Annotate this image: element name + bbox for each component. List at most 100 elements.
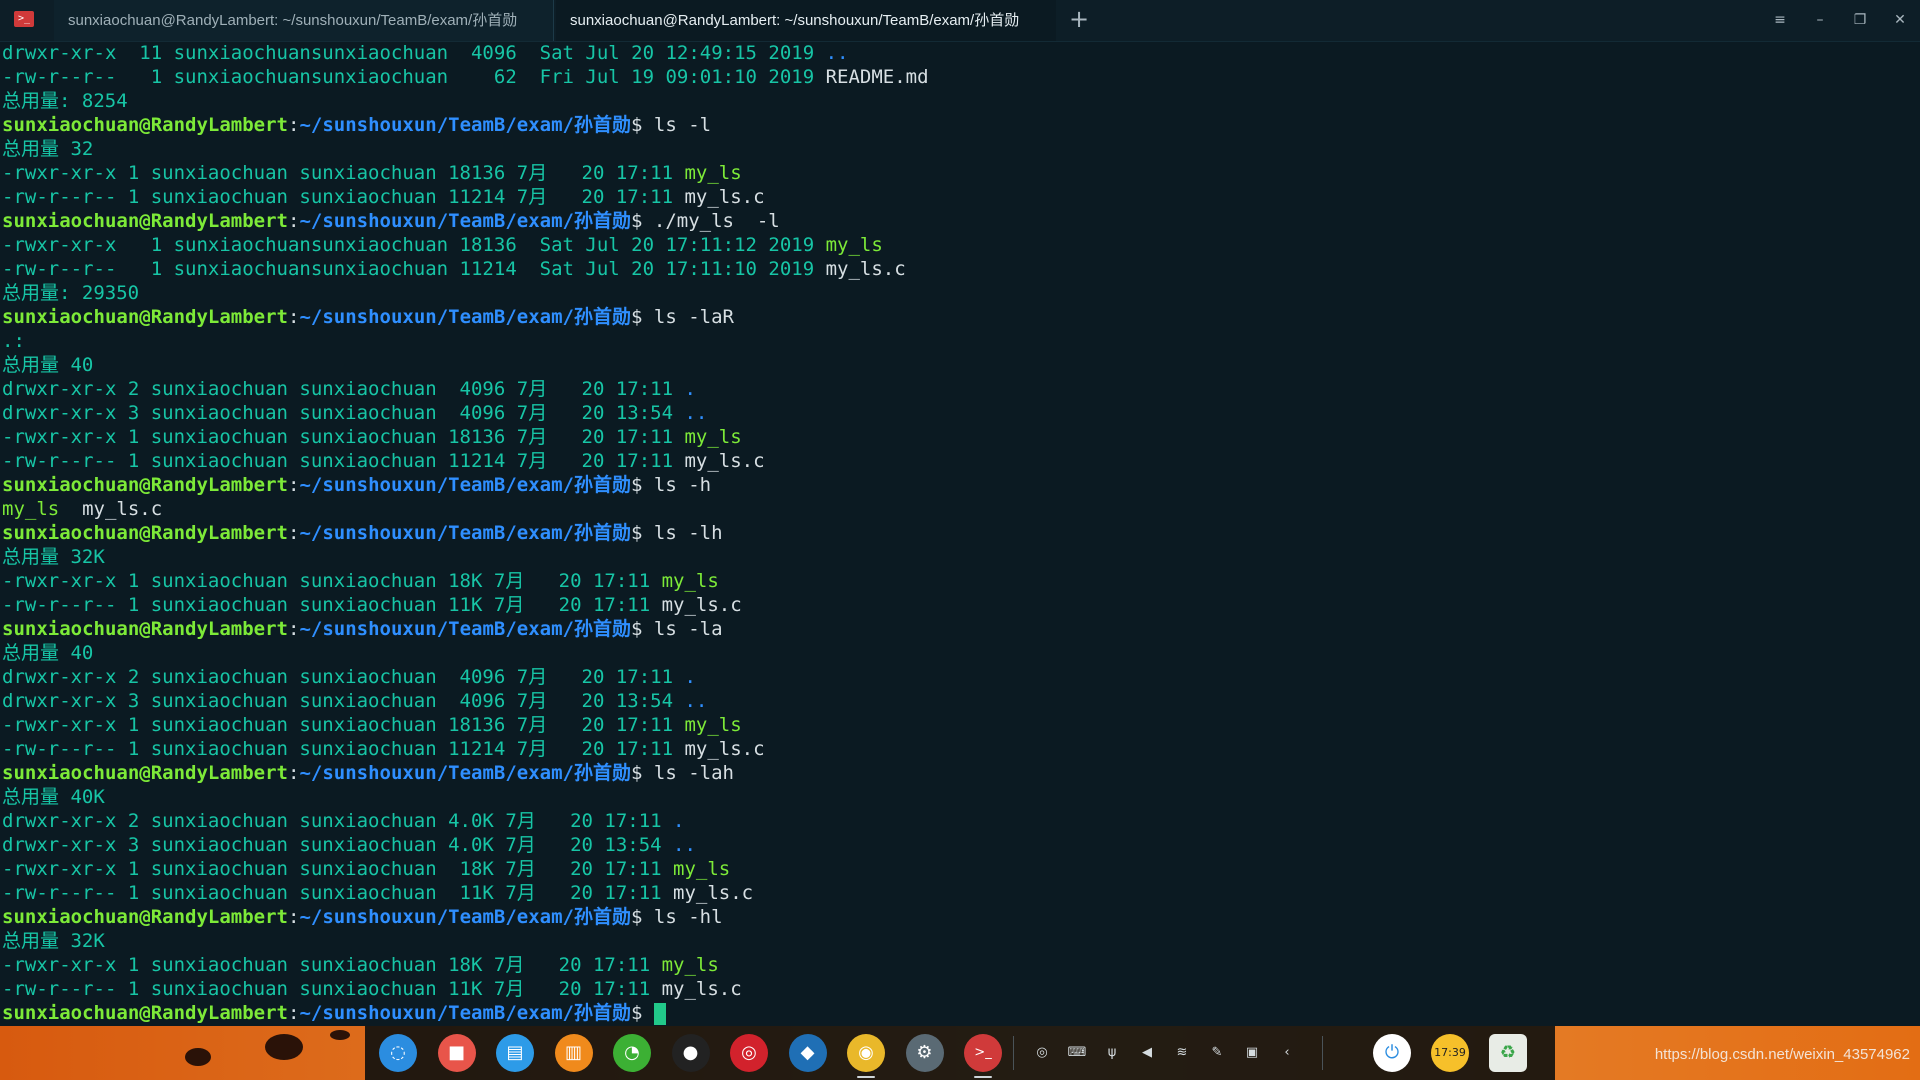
prompt-path: ~/sunshouxun/TeamB/exam/孙首勋: [299, 114, 631, 136]
terminal-icon[interactable]: >_: [964, 1034, 1002, 1072]
listing-filename: my_ls: [825, 234, 883, 256]
listing-row: -rwxr-xr-x 1 sunxiaochuan sunxiaochuan 1…: [0, 569, 1920, 593]
tray-expand-icon[interactable]: ‹: [1277, 1043, 1297, 1063]
netease-tray-icon[interactable]: ◎: [1032, 1043, 1052, 1063]
restore-button[interactable]: ❐: [1840, 0, 1880, 41]
command-text: ls -h: [653, 474, 712, 496]
prompt-colon: :: [287, 1002, 300, 1024]
trash-icon[interactable]: ♻: [1489, 1034, 1527, 1072]
launcher-icon[interactable]: ◌: [379, 1034, 417, 1072]
prompt-line: sunxiaochuan@RandyLambert:~/sunshouxun/T…: [0, 521, 1920, 545]
listing-meta: drwxr-xr-x 2 sunxiaochuan sunxiaochuan 4…: [2, 810, 674, 832]
power-icon[interactable]: ⏻: [1373, 1034, 1411, 1072]
listing-row: -rw-r--r-- 1 sunxiaochuan sunxiaochuan 1…: [0, 449, 1920, 473]
prompt-colon: :: [287, 306, 300, 328]
listing-row: drwxr-xr-x 2 sunxiaochuan sunxiaochuan 4…: [0, 377, 1920, 401]
battery-icon[interactable]: ▣: [1242, 1043, 1262, 1063]
output-text: 总用量 40: [2, 642, 94, 664]
file-manager-icon[interactable]: ▤: [496, 1034, 534, 1072]
taskbar: ⏻ 17:39 ♻ ◌ ■ ▤ ▥ ◔ ● ◎ ◆ ◉ ⚙ >_ ◎ ⌨ ψ ◀ ≋ ✎ ▣ ‹ https://b…: [0, 1026, 1920, 1080]
clock-icon[interactable]: 17:39: [1431, 1034, 1469, 1072]
prompt-path: ~/sunshouxun/TeamB/exam/孙首勋: [299, 210, 631, 232]
vscode-icon[interactable]: ◆: [788, 1034, 827, 1072]
screen-recorder-icon[interactable]: ■: [437, 1034, 476, 1072]
listing-row: drwxr-xr-x 3 sunxiaochuan sunxiaochuan 4…: [0, 401, 1920, 425]
listing-row: drwxr-xr-x 11 sunxiaochuansunxiaochuan 4…: [0, 41, 1920, 65]
listing-row: -rwxr-xr-x 1 sunxiaochuan sunxiaochuan 1…: [0, 713, 1920, 737]
listing-meta: -rwxr-xr-x 1 sunxiaochuan sunxiaochuan 1…: [2, 858, 674, 880]
prompt-user-host: sunxiaochuan@RandyLambert: [2, 114, 288, 136]
listing-filename: my_ls.c: [825, 258, 906, 280]
listing-row: -rw-r--r-- 1 sunxiaochuan sunxiaochuan 1…: [0, 185, 1920, 209]
listing-filename: my_ls: [684, 714, 742, 736]
chrome-icon[interactable]: ◉: [847, 1034, 885, 1072]
prompt-line: sunxiaochuan@RandyLambert:~/sunshouxun/T…: [0, 1001, 1920, 1025]
close-button[interactable]: ✕: [1880, 0, 1920, 41]
listing-filename: my_ls.c: [684, 738, 765, 760]
listing-meta: drwxr-xr-x 2 sunxiaochuan sunxiaochuan 4…: [2, 378, 685, 400]
new-tab-button[interactable]: +: [1066, 0, 1092, 41]
netease-music-icon[interactable]: ◎: [730, 1034, 768, 1072]
listing-filename: my_ls: [661, 570, 719, 592]
wallpaper-rock: [265, 1034, 303, 1060]
prompt-path: ~/sunshouxun/TeamB/exam/孙首勋: [299, 474, 631, 496]
wallpaper-rock: [330, 1030, 350, 1040]
listing-row: -rwxr-xr-x 1 sunxiaochuansunxiaochuan 18…: [0, 233, 1920, 257]
wechat-icon[interactable]: ◔: [613, 1034, 651, 1072]
listing-row: -rwxr-xr-x 1 sunxiaochuan sunxiaochuan 1…: [0, 953, 1920, 977]
volume-icon[interactable]: ◀: [1137, 1043, 1157, 1063]
minimize-button[interactable]: –: [1800, 0, 1840, 41]
listing-meta: drwxr-xr-x 3 sunxiaochuan sunxiaochuan 4…: [2, 834, 674, 856]
prompt-colon: :: [287, 522, 300, 544]
listing-filename: .: [684, 666, 696, 688]
qq-icon[interactable]: ●: [671, 1034, 710, 1072]
prompt-path: ~/sunshouxun/TeamB/exam/孙首勋: [299, 306, 631, 328]
prompt-symbol: $: [630, 762, 654, 784]
pen-icon[interactable]: ✎: [1207, 1043, 1227, 1063]
listing-meta: drwxr-xr-x 3 sunxiaochuan sunxiaochuan 4…: [2, 690, 685, 712]
listing-meta: -rw-r--r-- 1 sunxiaochuan sunxiaochuan 1…: [2, 882, 674, 904]
keyboard-icon[interactable]: ⌨: [1067, 1043, 1087, 1063]
dock-separator: [1322, 1036, 1323, 1070]
prompt-user-host: sunxiaochuan@RandyLambert: [2, 906, 288, 928]
listing-meta: -rwxr-xr-x 1 sunxiaochuan sunxiaochuan 1…: [2, 162, 685, 184]
listing-row: -rw-r--r-- 1 sunxiaochuan sunxiaochuan 1…: [0, 977, 1920, 1001]
usb-icon[interactable]: ψ: [1102, 1043, 1122, 1063]
listing-meta: drwxr-xr-x 2 sunxiaochuan sunxiaochuan 4…: [2, 666, 685, 688]
listing-filename: my_ls.c: [661, 594, 742, 616]
terminal-output[interactable]: drwxr-xr-x 11 sunxiaochuansunxiaochuan 4…: [0, 41, 1920, 1026]
tab-2-active[interactable]: sunxiaochuan@RandyLambert: ~/sunshouxun/…: [556, 0, 1056, 41]
listing-filename: my_ls: [661, 954, 719, 976]
prompt-user-host: sunxiaochuan@RandyLambert: [2, 522, 288, 544]
listing-row: -rwxr-xr-x 1 sunxiaochuan sunxiaochuan 1…: [0, 161, 1920, 185]
wifi-icon[interactable]: ≋: [1172, 1043, 1192, 1063]
output-text: 总用量 32K: [2, 930, 105, 952]
prompt-symbol: $: [630, 474, 654, 496]
listing-meta: -rw-r--r-- 1 sunxiaochuan sunxiaochuan 1…: [2, 450, 685, 472]
listing-row: drwxr-xr-x 3 sunxiaochuan sunxiaochuan 4…: [0, 833, 1920, 857]
prompt-line: sunxiaochuan@RandyLambert:~/sunshouxun/T…: [0, 905, 1920, 929]
listing-meta: -rw-r--r-- 1 sunxiaochuansunxiaochuan 62…: [2, 66, 826, 88]
prompt-symbol: $: [630, 306, 654, 328]
dock-separator: [1013, 1036, 1014, 1070]
listing-filename: .: [673, 810, 685, 832]
tab-1[interactable]: sunxiaochuan@RandyLambert: ~/sunshouxun/…: [54, 0, 554, 41]
listing-filename: README.md: [825, 66, 929, 88]
settings-icon[interactable]: ⚙: [905, 1034, 944, 1072]
prompt-symbol: $: [630, 618, 654, 640]
menu-button[interactable]: ≡: [1760, 0, 1800, 41]
terminal-cursor: [653, 1002, 666, 1025]
command-text: ls -lah: [653, 762, 734, 784]
listing-row: drwxr-xr-x 3 sunxiaochuan sunxiaochuan 4…: [0, 689, 1920, 713]
prompt-user-host: sunxiaochuan@RandyLambert: [2, 474, 288, 496]
prompt-user-host: sunxiaochuan@RandyLambert: [2, 762, 288, 784]
prompt-user-host: sunxiaochuan@RandyLambert: [2, 1002, 288, 1024]
listing-row: -rw-r--r-- 1 sunxiaochuan sunxiaochuan 1…: [0, 737, 1920, 761]
listing-row: drwxr-xr-x 2 sunxiaochuan sunxiaochuan 4…: [0, 809, 1920, 833]
prompt-path: ~/sunshouxun/TeamB/exam/孙首勋: [299, 1002, 631, 1024]
app-store-icon[interactable]: ▥: [554, 1034, 593, 1072]
output-text: .:: [2, 330, 25, 352]
listing-filename: ..: [684, 402, 708, 424]
listing-filename: my_ls: [684, 162, 742, 184]
listing-meta: -rw-r--r-- 1 sunxiaochuan sunxiaochuan 1…: [2, 738, 685, 760]
